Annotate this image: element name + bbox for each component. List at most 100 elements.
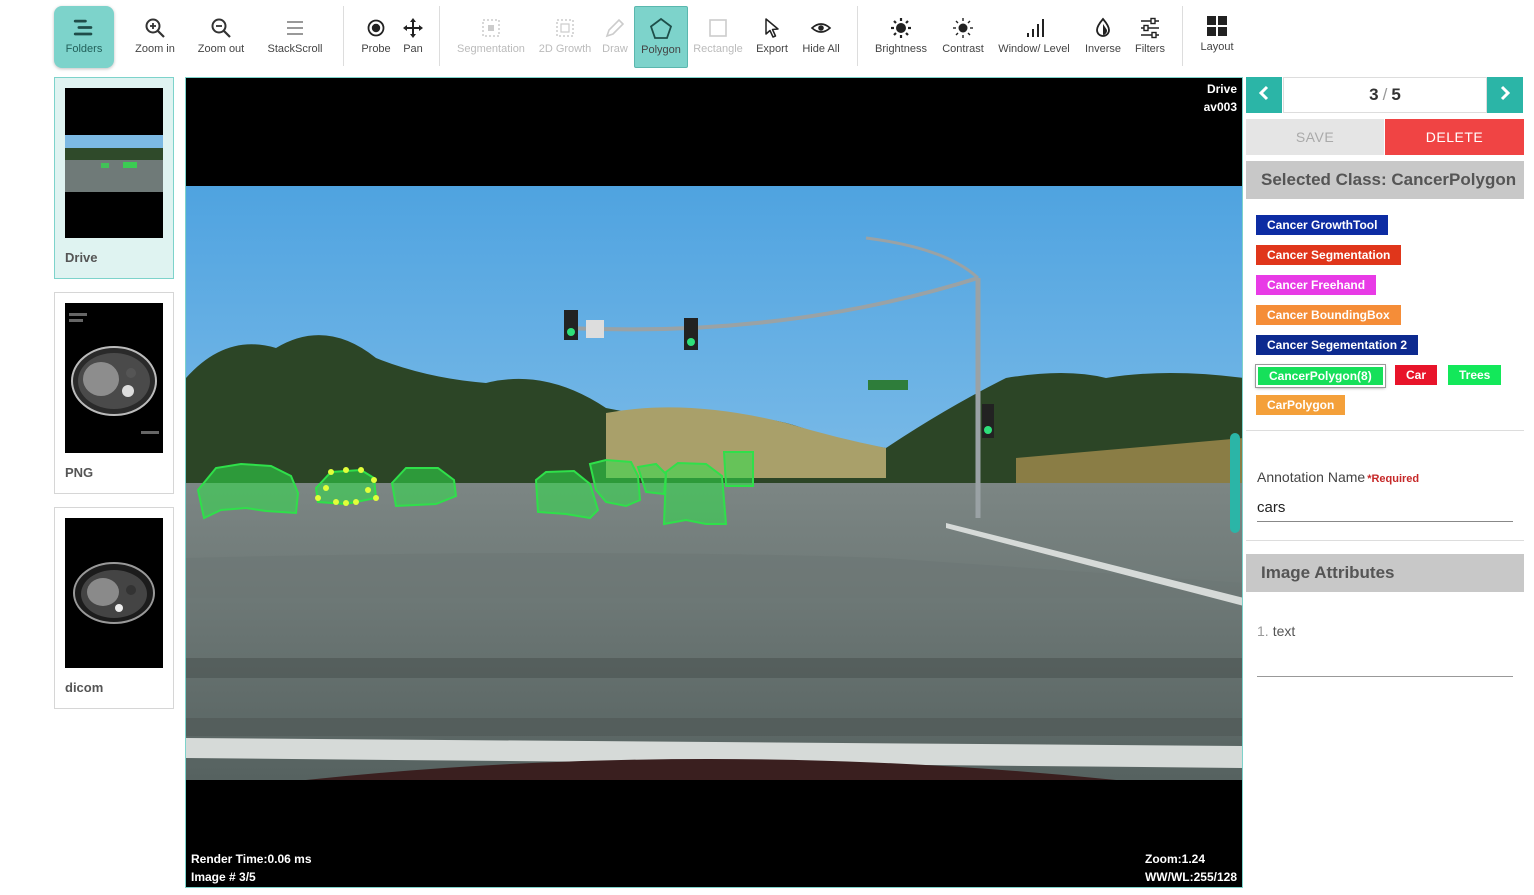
stackscroll-label: StackScroll	[267, 43, 323, 55]
class-chip-car[interactable]: Car	[1395, 365, 1438, 385]
draw-label: Draw	[602, 43, 628, 55]
class-chip-cancer-boundingbox[interactable]: Cancer BoundingBox	[1256, 305, 1401, 325]
class-chip-trees[interactable]: Trees	[1448, 365, 1502, 385]
window-level-value: WW/WL:255/128	[1144, 870, 1237, 884]
total-pages: 5	[1391, 85, 1401, 104]
layout-button[interactable]: Layout	[1194, 6, 1240, 68]
window-level-button[interactable]: Window/ Level	[994, 6, 1074, 68]
series-name: Drive	[1206, 82, 1237, 96]
prev-image-button[interactable]	[1246, 77, 1282, 113]
contrast-icon	[951, 16, 975, 40]
rectangle-button[interactable]: Rectangle	[690, 6, 746, 68]
stackscroll-button[interactable]: StackScroll	[260, 6, 330, 68]
rectangle-label: Rectangle	[693, 43, 743, 55]
image-viewport[interactable]: Drive av003 Render Time:0.06 ms Image # …	[185, 77, 1243, 888]
dicom-thumbnail-image	[65, 518, 163, 668]
brightness-button[interactable]: Brightness	[870, 6, 932, 68]
toolbar-divider	[439, 6, 440, 66]
draw-button[interactable]: Draw	[598, 6, 632, 68]
render-time: Render Time:0.06 ms	[191, 852, 312, 866]
delete-button[interactable]: DELETE	[1385, 119, 1524, 155]
annotation-name-text: Annotation Name	[1257, 469, 1366, 485]
thumbnail-label: Drive	[65, 250, 98, 265]
pencil-icon	[603, 16, 627, 40]
grid-icon	[1205, 14, 1229, 38]
segmentation-icon	[479, 16, 503, 40]
polygon-icon	[649, 17, 673, 41]
image-attributes-heading: Image Attributes	[1246, 554, 1524, 592]
folders-button[interactable]: Folders	[54, 6, 114, 68]
annotation-name-label: Annotation Name *Required	[1257, 469, 1419, 485]
cursor-icon	[760, 16, 784, 40]
toolbar-divider	[857, 6, 858, 66]
signal-icon	[1022, 16, 1046, 40]
segmentation-label: Segmentation	[457, 43, 525, 55]
thumbnail-label: PNG	[65, 465, 94, 480]
polygon-button[interactable]: Polygon	[634, 6, 688, 68]
class-chip-carpolygon[interactable]: CarPolygon	[1256, 395, 1346, 415]
segmentation-button[interactable]: Segmentation	[452, 6, 530, 68]
growth-2d-button[interactable]: 2D Growth	[535, 6, 595, 68]
polygon-label: Polygon	[641, 44, 681, 56]
class-chip-cancer-segmentation[interactable]: Cancer Segmentation	[1256, 245, 1402, 265]
next-image-button[interactable]	[1487, 77, 1523, 113]
drive-thumbnail-image	[65, 88, 163, 238]
zoom-level: Zoom:1.24	[1144, 852, 1205, 866]
png-thumbnail-image	[65, 303, 163, 453]
zoom-in-button[interactable]: Zoom in	[128, 6, 182, 68]
thumbnail-dicom[interactable]: dicom	[54, 507, 174, 709]
sliders-icon	[1138, 16, 1162, 40]
export-button[interactable]: Export	[750, 6, 794, 68]
pan-icon	[401, 16, 425, 40]
display-info: Zoom:1.24 WW/WL:255/128	[1145, 850, 1237, 886]
hide-all-button[interactable]: Hide All	[796, 6, 846, 68]
growth-icon	[553, 16, 577, 40]
toolbar-divider	[343, 6, 344, 66]
probe-icon	[364, 16, 388, 40]
layout-label: Layout	[1200, 41, 1234, 53]
contrast-button[interactable]: Contrast	[936, 6, 990, 68]
image-index: Image # 3/5	[191, 870, 256, 884]
zoom-in-label: Zoom in	[135, 43, 175, 55]
panel-divider	[1246, 430, 1524, 431]
thumbnail-label: dicom	[65, 680, 104, 695]
window-level-label: Window/ Level	[998, 43, 1070, 55]
attribute-number: 1.	[1257, 623, 1269, 639]
export-label: Export	[756, 43, 788, 55]
selected-class-heading: Selected Class: CancerPolygon	[1246, 161, 1524, 199]
chevron-right-icon	[1498, 85, 1512, 106]
render-info: Render Time:0.06 ms Image # 3/5	[191, 850, 312, 886]
pan-button[interactable]: Pan	[397, 6, 429, 68]
rectangle-icon	[706, 16, 730, 40]
stack-scrollbar[interactable]	[1230, 433, 1240, 533]
zoom-out-label: Zoom out	[197, 43, 245, 55]
zoom-in-icon	[143, 16, 167, 40]
image-pager: 3 / 5	[1283, 77, 1487, 113]
class-chip-cancer-segementation-2[interactable]: Cancer Segementation 2	[1256, 335, 1419, 355]
image-attribute-item[interactable]: 1. text	[1257, 623, 1295, 639]
folders-icon	[72, 16, 96, 40]
inverse-label: Inverse	[1084, 43, 1122, 55]
class-chip-cancer-freehand[interactable]: Cancer Freehand	[1256, 275, 1377, 295]
chevron-left-icon	[1257, 85, 1271, 106]
probe-button[interactable]: Probe	[356, 6, 396, 68]
filters-label: Filters	[1135, 43, 1165, 55]
inverse-button[interactable]: Inverse	[1078, 6, 1128, 68]
save-button[interactable]: SAVE	[1246, 119, 1384, 155]
brightness-icon	[889, 16, 913, 40]
attribute-text: text	[1272, 623, 1296, 639]
class-chip-cancerpolygon[interactable]: CancerPolygon(8)	[1255, 364, 1386, 388]
contrast-label: Contrast	[942, 43, 984, 55]
attribute-underline	[1257, 676, 1513, 677]
class-chip-cancer-growthtool[interactable]: Cancer GrowthTool	[1256, 215, 1389, 235]
series-info: Drive av003	[1204, 80, 1237, 116]
thumbnail-drive[interactable]: Drive	[54, 77, 174, 279]
annotation-name-input[interactable]	[1257, 494, 1513, 522]
probe-label: Probe	[361, 43, 391, 55]
inverse-icon	[1091, 16, 1115, 40]
zoom-out-icon	[209, 16, 233, 40]
zoom-out-button[interactable]: Zoom out	[191, 6, 251, 68]
thumbnail-png[interactable]: PNG	[54, 292, 174, 494]
filters-button[interactable]: Filters	[1130, 6, 1170, 68]
road-scene-image	[186, 186, 1242, 887]
